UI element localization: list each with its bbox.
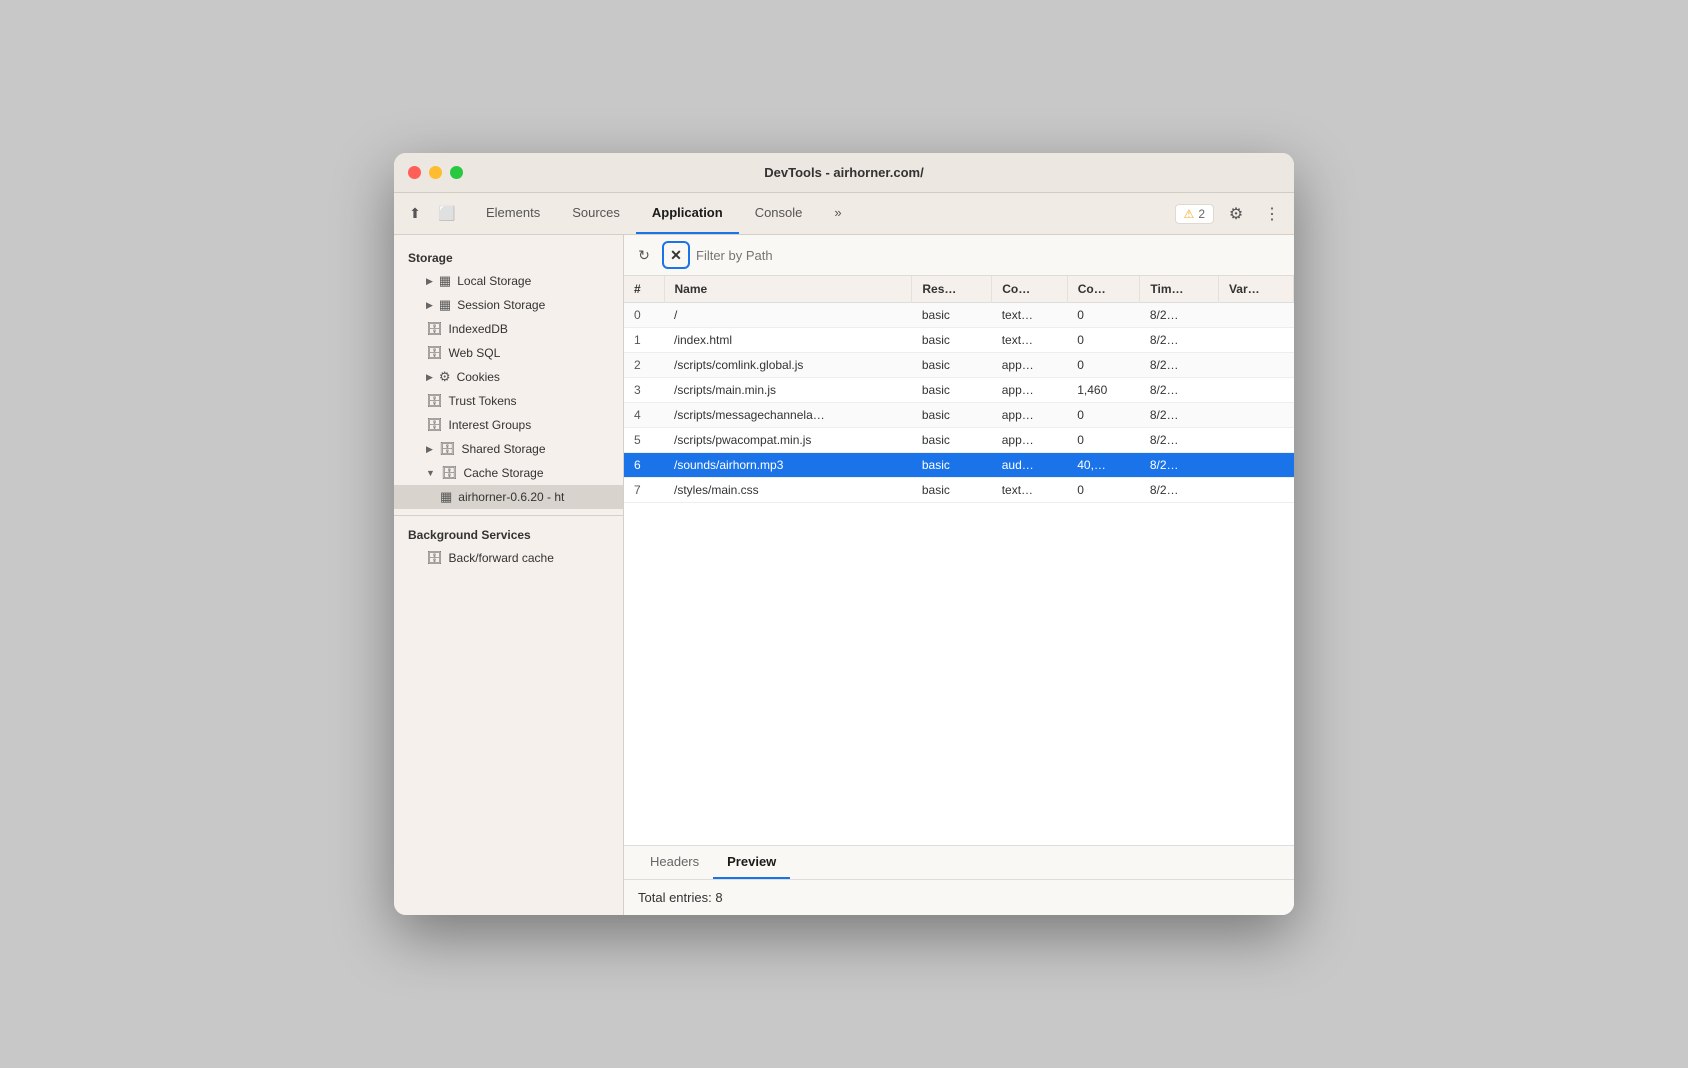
cache-entries-table: # Name Res… Co… Co… Tim… Var… 0/basictex… bbox=[624, 276, 1294, 503]
col-num: # bbox=[624, 276, 664, 303]
sidebar-item-label: Local Storage bbox=[457, 274, 531, 288]
db-icon: 🗄 bbox=[426, 321, 443, 337]
total-entries: Total entries: 8 bbox=[638, 890, 723, 905]
col-co2: Co… bbox=[1067, 276, 1140, 303]
main-layout: Storage ▶ ▦ Local Storage ▶ ▦ Session St… bbox=[394, 235, 1294, 915]
pointer-icon[interactable]: ⬆ bbox=[402, 201, 428, 227]
sidebar-item-cache-storage[interactable]: ▼ 🗄 Cache Storage bbox=[394, 461, 623, 485]
grid-icon: ▦ bbox=[439, 297, 451, 313]
db-icon: 🗄 bbox=[426, 393, 443, 409]
sidebar-item-trust-tokens[interactable]: 🗄 Trust Tokens bbox=[394, 389, 623, 413]
filter-input[interactable] bbox=[696, 248, 1286, 263]
sidebar-item-interest-groups[interactable]: 🗄 Interest Groups bbox=[394, 413, 623, 437]
bottom-tabs: Headers Preview bbox=[624, 846, 1294, 880]
sidebar-item-back-forward-cache[interactable]: 🗄 Back/forward cache bbox=[394, 546, 623, 570]
sidebar-item-label: Interest Groups bbox=[449, 418, 532, 432]
toolbar-icons: ⬆ ⬜ bbox=[402, 201, 460, 227]
inspect-icon[interactable]: ⬜ bbox=[434, 201, 460, 227]
tab-sources[interactable]: Sources bbox=[556, 193, 636, 234]
db-icon: 🗄 bbox=[426, 550, 443, 566]
table-row[interactable]: 0/basictext…08/2… bbox=[624, 303, 1294, 328]
sidebar-item-session-storage[interactable]: ▶ ▦ Session Storage bbox=[394, 293, 623, 317]
content-area: ↻ ✕ # Name Res… Co… Co… Tim… V bbox=[624, 235, 1294, 915]
col-tim: Tim… bbox=[1140, 276, 1219, 303]
arrow-icon: ▶ bbox=[426, 300, 433, 311]
toolbar: ⬆ ⬜ Elements Sources Application Console… bbox=[394, 193, 1294, 235]
toolbar-right: ⚠ 2 ⚙ ⋮ bbox=[1175, 200, 1286, 228]
table-header-row: # Name Res… Co… Co… Tim… Var… bbox=[624, 276, 1294, 303]
sidebar-item-cache-entry[interactable]: ▦ airhorner-0.6.20 - ht bbox=[394, 485, 623, 509]
cookie-icon: ⚙ bbox=[439, 369, 451, 385]
toolbar-tabs: Elements Sources Application Console » bbox=[470, 193, 858, 234]
clear-filter-button[interactable]: ✕ bbox=[662, 241, 690, 269]
table-row[interactable]: 7/styles/main.cssbasictext…08/2… bbox=[624, 478, 1294, 503]
table-row[interactable]: 4/scripts/messagechannela…basicapp…08/2… bbox=[624, 403, 1294, 428]
storage-label: Storage bbox=[394, 245, 623, 269]
sidebar-item-web-sql[interactable]: 🗄 Web SQL bbox=[394, 341, 623, 365]
tab-elements[interactable]: Elements bbox=[470, 193, 556, 234]
titlebar: DevTools - airhorner.com/ bbox=[394, 153, 1294, 193]
arrow-icon: ▶ bbox=[426, 276, 433, 287]
devtools-window: DevTools - airhorner.com/ ⬆ ⬜ Elements S… bbox=[394, 153, 1294, 915]
sidebar-item-shared-storage[interactable]: ▶ 🗄 Shared Storage bbox=[394, 437, 623, 461]
col-var: Var… bbox=[1218, 276, 1293, 303]
tab-more[interactable]: » bbox=[818, 193, 857, 234]
table-row[interactable]: 1/index.htmlbasictext…08/2… bbox=[624, 328, 1294, 353]
sidebar-divider bbox=[394, 515, 623, 516]
sidebar-item-label: airhorner-0.6.20 - ht bbox=[458, 490, 564, 504]
settings-button[interactable]: ⚙ bbox=[1222, 200, 1250, 228]
minimize-button[interactable] bbox=[429, 166, 442, 179]
sidebar-item-label: Cache Storage bbox=[463, 466, 543, 480]
db-icon: 🗄 bbox=[439, 441, 456, 457]
table-row[interactable]: 3/scripts/main.min.jsbasicapp…1,4608/2… bbox=[624, 378, 1294, 403]
grid-icon: ▦ bbox=[439, 273, 451, 289]
sidebar-item-label: Cookies bbox=[457, 370, 500, 384]
tab-preview[interactable]: Preview bbox=[713, 846, 790, 879]
sidebar-item-label: Web SQL bbox=[449, 346, 501, 360]
arrow-icon: ▶ bbox=[426, 372, 433, 383]
close-button[interactable] bbox=[408, 166, 421, 179]
window-title: DevTools - airhorner.com/ bbox=[764, 165, 923, 180]
warning-badge[interactable]: ⚠ 2 bbox=[1175, 204, 1214, 224]
warning-icon: ⚠ bbox=[1184, 207, 1195, 221]
bg-services-label: Background Services bbox=[394, 522, 623, 546]
arrow-open-icon: ▼ bbox=[426, 468, 435, 478]
col-res: Res… bbox=[912, 276, 992, 303]
arrow-icon: ▶ bbox=[426, 444, 433, 455]
sidebar-item-label: Session Storage bbox=[457, 298, 545, 312]
tab-headers[interactable]: Headers bbox=[636, 846, 713, 879]
sidebar-item-local-storage[interactable]: ▶ ▦ Local Storage bbox=[394, 269, 623, 293]
sidebar-item-indexeddb[interactable]: 🗄 IndexedDB bbox=[394, 317, 623, 341]
bottom-content: Total entries: 8 bbox=[624, 880, 1294, 915]
table-row[interactable]: 5/scripts/pwacompat.min.jsbasicapp…08/2… bbox=[624, 428, 1294, 453]
table-row[interactable]: 2/scripts/comlink.global.jsbasicapp…08/2… bbox=[624, 353, 1294, 378]
sidebar-item-cookies[interactable]: ▶ ⚙ Cookies bbox=[394, 365, 623, 389]
cache-table: # Name Res… Co… Co… Tim… Var… 0/basictex… bbox=[624, 276, 1294, 845]
db-icon: 🗄 bbox=[441, 465, 458, 481]
tab-application[interactable]: Application bbox=[636, 193, 739, 234]
col-co1: Co… bbox=[992, 276, 1068, 303]
bottom-panel: Headers Preview Total entries: 8 bbox=[624, 845, 1294, 915]
sidebar-item-label: Shared Storage bbox=[461, 442, 545, 456]
sidebar-item-label: IndexedDB bbox=[449, 322, 508, 336]
table-row[interactable]: 6/sounds/airhorn.mp3basicaud…40,…8/2… bbox=[624, 453, 1294, 478]
sidebar: Storage ▶ ▦ Local Storage ▶ ▦ Session St… bbox=[394, 235, 624, 915]
sidebar-item-label: Back/forward cache bbox=[449, 551, 554, 565]
db-icon: 🗄 bbox=[426, 345, 443, 361]
traffic-lights bbox=[408, 166, 463, 179]
fullscreen-button[interactable] bbox=[450, 166, 463, 179]
col-name: Name bbox=[664, 276, 912, 303]
warning-count: 2 bbox=[1198, 207, 1205, 221]
grid-icon: ▦ bbox=[440, 489, 452, 505]
tab-console[interactable]: Console bbox=[739, 193, 819, 234]
filter-bar: ↻ ✕ bbox=[624, 235, 1294, 276]
more-menu-button[interactable]: ⋮ bbox=[1258, 200, 1286, 228]
refresh-button[interactable]: ↻ bbox=[632, 243, 656, 267]
db-icon: 🗄 bbox=[426, 417, 443, 433]
sidebar-item-label: Trust Tokens bbox=[449, 394, 517, 408]
